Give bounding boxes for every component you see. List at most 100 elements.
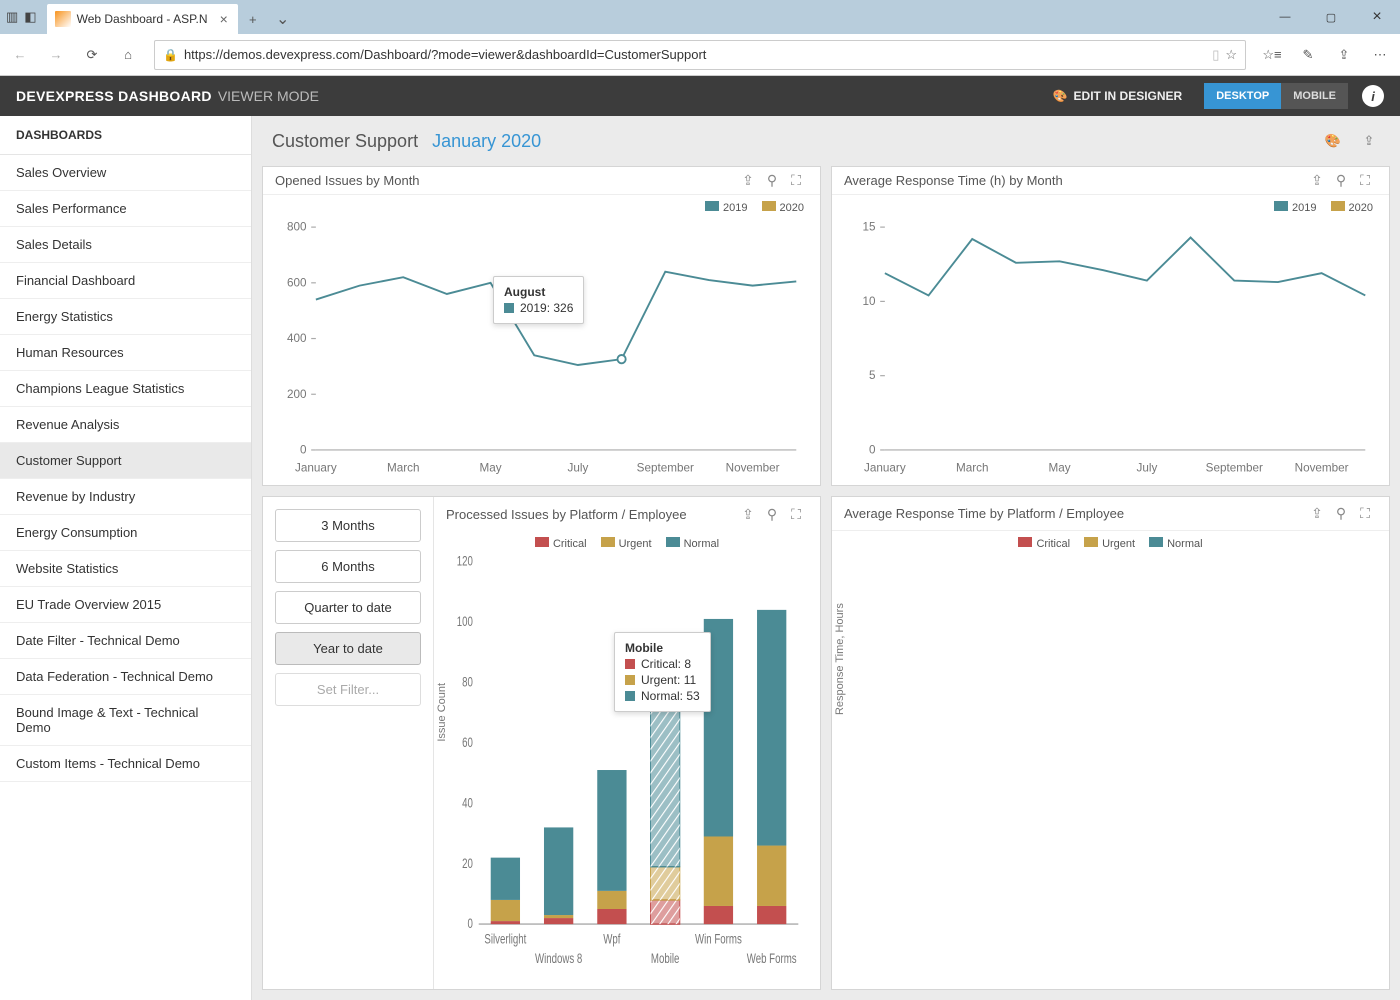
range-option[interactable]: Year to date [275,632,421,665]
svg-text:60: 60 [462,734,473,750]
legend-critical: Critical [553,538,587,550]
seg-desktop[interactable]: DESKTOP [1204,83,1281,109]
sidebar-item[interactable]: Custom Items - Technical Demo [0,746,251,782]
sidebar-item[interactable]: Date Filter - Technical Demo [0,623,251,659]
export-icon[interactable]: ⇪ [1305,169,1329,193]
export-icon[interactable]: ⇪ [736,502,760,526]
inspect-icon[interactable]: ⚲ [1329,502,1353,526]
range-option[interactable]: 6 Months [275,550,421,583]
window-tile-icon[interactable]: ◧ [24,9,36,25]
favorites-icon[interactable]: ☆≡ [1256,39,1288,71]
legend-response-month: 2019 2020 [832,195,1389,216]
tab-overflow-icon[interactable]: ⌄ [268,4,298,34]
more-icon[interactable]: ⋯ [1364,39,1396,71]
sidebar-item[interactable]: EU Trade Overview 2015 [0,587,251,623]
ylabel-processed: Issue Count [436,682,448,741]
range-filter: 3 Months 6 Months Quarter to date Year to d… [263,497,433,989]
brand-mode: VIEWER MODE [218,88,319,104]
sidebar-item[interactable]: Data Federation - Technical Demo [0,659,251,695]
sidebar-item[interactable]: Website Statistics [0,551,251,587]
reader-icon[interactable]: ▯ [1212,47,1219,63]
favorite-icon[interactable]: ☆ [1225,47,1237,63]
window-tabs-icon[interactable]: ▥ [6,9,18,25]
maximize-icon[interactable]: ⛶ [784,169,808,193]
inspect-icon[interactable]: ⚲ [1329,169,1353,193]
maximize-icon[interactable]: ⛶ [1353,502,1377,526]
range-option[interactable]: 3 Months [275,509,421,542]
window-close-button[interactable]: × [1354,0,1400,34]
inspect-icon[interactable]: ⚲ [760,502,784,526]
svg-text:May: May [480,461,502,474]
browser-tab[interactable]: Web Dashboard - ASP.N × [47,4,238,34]
export-page-icon[interactable]: ⇪ [1358,130,1380,152]
sidebar-item[interactable]: Financial Dashboard [0,263,251,299]
url-input[interactable] [184,47,1206,62]
browser-toolbar: ← → ⟳ ⌂ 🔒 ▯ ☆ ☆≡ ✎ ⇪ ⋯ [0,34,1400,76]
nav-forward-button[interactable]: → [40,39,72,71]
svg-text:Mobile: Mobile [651,950,680,966]
svg-text:September: September [637,461,694,474]
brand-name: DEVEXPRESS DASHBOARD [16,88,212,104]
sidebar: DASHBOARDS Sales OverviewSales Performan… [0,116,252,1000]
card-response-platform: Average Response Time by Platform / Empl… [831,496,1390,990]
card-title-response-platform: Average Response Time by Platform / Empl… [844,506,1124,521]
edit-in-designer-button[interactable]: 🎨 EDIT IN DESIGNER [1041,76,1195,116]
seg-mobile[interactable]: MOBILE [1281,83,1348,109]
maximize-icon[interactable]: ⛶ [1353,169,1377,193]
sidebar-item[interactable]: Revenue Analysis [0,407,251,443]
chart-response-month[interactable]: 051015JanuaryMarchMayJulySeptemberNovemb… [832,216,1389,485]
svg-text:January: January [295,461,337,474]
address-bar[interactable]: 🔒 ▯ ☆ [154,40,1246,70]
svg-text:0: 0 [468,916,474,932]
nav-refresh-button[interactable]: ⟳ [76,39,108,71]
sidebar-item[interactable]: Energy Statistics [0,299,251,335]
sidebar-item[interactable]: Sales Overview [0,155,251,191]
sidebar-item[interactable]: Sales Performance [0,191,251,227]
svg-text:July: July [1137,461,1158,474]
notes-icon[interactable]: ✎ [1292,39,1324,71]
inspect-icon[interactable]: ⚲ [760,169,784,193]
edit-in-designer-label: EDIT IN DESIGNER [1074,89,1183,103]
tab-close-icon[interactable]: × [220,11,228,27]
legend-normal: Normal [684,538,719,550]
svg-text:January: January [864,461,906,474]
sidebar-item[interactable]: Champions League Statistics [0,371,251,407]
svg-text:5: 5 [869,369,876,382]
sidebar-item[interactable]: Bound Image & Text - Technical Demo [0,695,251,746]
maximize-icon[interactable]: ⛶ [784,502,808,526]
svg-text:0: 0 [300,444,307,457]
export-icon[interactable]: ⇪ [736,169,760,193]
sidebar-item[interactable]: Revenue by Industry [0,479,251,515]
svg-text:July: July [568,461,589,474]
nav-home-button[interactable]: ⌂ [112,39,144,71]
range-option[interactable]: Set Filter... [275,673,421,706]
export-icon[interactable]: ⇪ [1305,502,1329,526]
svg-text:Silverlight: Silverlight [484,931,527,947]
sidebar-item[interactable]: Customer Support [0,443,251,479]
sidebar-item[interactable]: Energy Consumption [0,515,251,551]
nav-back-button[interactable]: ← [4,39,36,71]
ylabel-response-platform: Response Time, Hours [834,603,846,715]
legend-2020: 2020 [1349,202,1373,214]
new-tab-button[interactable]: + [238,4,268,34]
legend-critical: Critical [1036,538,1070,550]
svg-text:10: 10 [862,295,875,308]
svg-text:100: 100 [457,613,473,629]
chart-opened[interactable]: 0200400600800JanuaryMarchMayJulySeptembe… [263,216,820,485]
chart-processed[interactable]: Issue Count 020406080100120SilverlightWi… [434,552,820,989]
tt-row: Urgent: 11 [641,673,696,687]
sidebar-item[interactable]: Human Resources [0,335,251,371]
lock-icon: 🔒 [163,48,178,62]
info-button[interactable]: i [1362,85,1384,107]
window-minimize-button[interactable]: — [1262,0,1308,34]
chart-response-platform[interactable]: Response Time, Hours [832,552,1389,989]
svg-text:November: November [1295,461,1349,474]
sidebar-item[interactable]: Sales Details [0,227,251,263]
range-option[interactable]: Quarter to date [275,591,421,624]
tooltip-title: August [504,285,573,299]
svg-text:Web Forms: Web Forms [747,950,797,966]
tt-row: Critical: 8 [641,657,691,671]
theme-icon[interactable]: 🎨 [1322,130,1344,152]
window-maximize-button[interactable]: ▢ [1308,0,1354,34]
share-icon[interactable]: ⇪ [1328,39,1360,71]
